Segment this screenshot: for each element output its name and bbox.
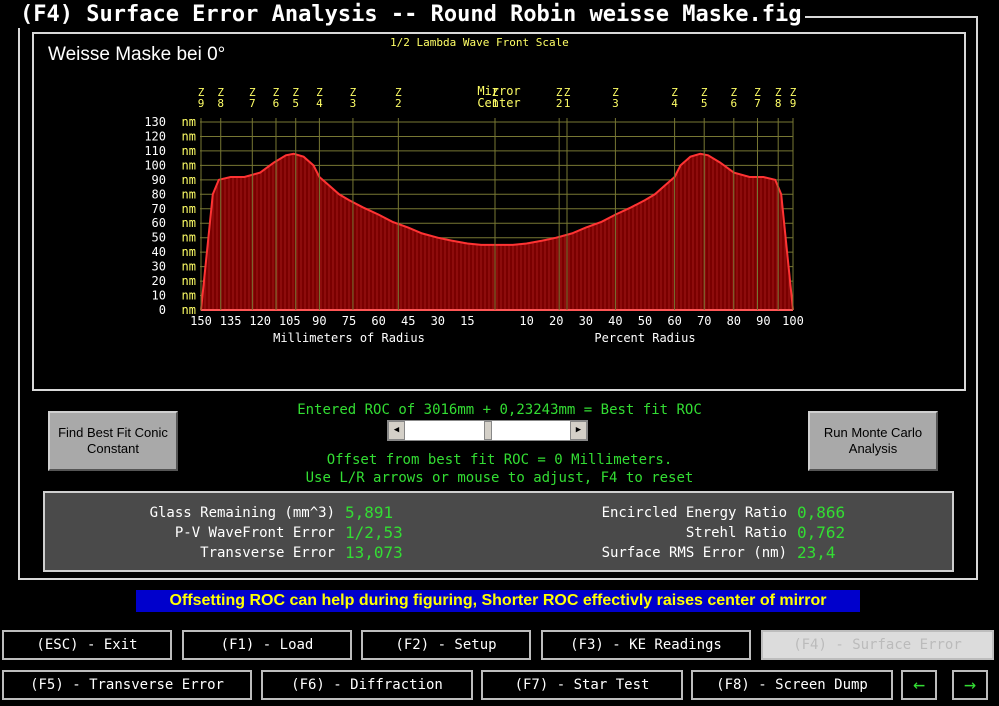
y-tick-label: 70 — [152, 202, 166, 216]
y-tick-label: 80 — [152, 187, 166, 201]
x-tick-label-mm: 30 — [431, 314, 445, 328]
zone-label: 9 — [790, 97, 797, 110]
zone-label: 5 — [701, 97, 708, 110]
zone-label: 8 — [775, 97, 782, 110]
x-tick-label-percent: 90 — [756, 314, 770, 328]
x-tick-label-mm: 90 — [312, 314, 326, 328]
x-tick-label-percent: 10 — [519, 314, 533, 328]
y-tick-label: 0 — [159, 303, 166, 317]
y-tick-unit: nm — [182, 216, 196, 230]
y-tick-unit: nm — [182, 115, 196, 129]
zone-label: 6 — [273, 97, 280, 110]
x-tick-label-percent: 80 — [727, 314, 741, 328]
x-tick-label-mm: 60 — [371, 314, 385, 328]
zone-label: 1 — [564, 97, 571, 110]
zone-label: 3 — [350, 97, 357, 110]
x-tick-label-percent: 60 — [667, 314, 681, 328]
y-tick-unit: nm — [182, 289, 196, 303]
f7-star-test-button[interactable]: (F7) - Star Test — [481, 670, 683, 700]
next-arrow-icon[interactable]: → — [952, 670, 988, 700]
zone-label: 6 — [730, 97, 737, 110]
y-tick-label: 60 — [152, 216, 166, 230]
zone-label: 2 — [556, 97, 563, 110]
f8-screen-dump-button[interactable]: (F8) - Screen Dump — [691, 670, 893, 700]
y-tick-label: 20 — [152, 274, 166, 288]
roc-offset-scrollbar[interactable]: ◀ ▶ — [387, 420, 588, 441]
mirror-center-label: Center — [477, 96, 520, 110]
surface-error-chart: 130 nm120 nm110 nm100 nm90 nm80 nm70 nm60 nm50 nm… — [144, 84, 804, 345]
scroll-left-icon[interactable]: ◀ — [388, 421, 405, 440]
f2-setup-button[interactable]: (F2) - Setup — [361, 630, 531, 660]
scroll-right-icon[interactable]: ▶ — [570, 421, 587, 440]
y-tick-label: 90 — [152, 173, 166, 187]
zone-label: 5 — [292, 97, 299, 110]
window-title: (F4) Surface Error Analysis -- Round Rob… — [16, 2, 806, 28]
x-tick-label-percent: 30 — [579, 314, 593, 328]
x-tick-label-percent: 100 — [782, 314, 804, 328]
x-tick-label-mm: 75 — [342, 314, 356, 328]
y-tick-label: 100 — [144, 158, 166, 172]
zone-label: 4 — [671, 97, 678, 110]
y-tick-label: 50 — [152, 231, 166, 245]
f6-diffraction-button[interactable]: (F6) - Diffraction — [261, 670, 473, 700]
y-tick-unit: nm — [182, 260, 196, 274]
f3-ke-readings-button[interactable]: (F3) - KE Readings — [541, 630, 751, 660]
zone-label: 7 — [754, 97, 761, 110]
y-tick-unit: nm — [182, 274, 196, 288]
y-tick-label: 110 — [144, 144, 166, 158]
x-tick-label-mm: 135 — [220, 314, 242, 328]
x-tick-label-mm: 45 — [401, 314, 415, 328]
run-monte-carlo-button[interactable]: Run Monte Carlo Analysis — [808, 411, 938, 471]
y-tick-label: 40 — [152, 245, 166, 259]
x-tick-label-percent: 40 — [608, 314, 622, 328]
x-tick-label-percent: 70 — [697, 314, 711, 328]
y-tick-unit: nm — [182, 129, 196, 143]
x-tick-label-percent: 50 — [638, 314, 652, 328]
zone-label: 8 — [217, 97, 224, 110]
x-axis-label-mm: Millimeters of Radius — [273, 331, 425, 345]
zone-label: 2 — [395, 97, 402, 110]
y-tick-unit: nm — [182, 173, 196, 187]
strehl-ratio-label: Strehl Ratio — [685, 525, 787, 541]
surface-rms-label: Surface RMS Error (nm) — [601, 545, 787, 561]
y-tick-label: 10 — [152, 289, 166, 303]
esc-exit-button[interactable]: (ESC) - Exit — [2, 630, 172, 660]
prev-arrow-icon[interactable]: ← — [901, 670, 937, 700]
chart-heading: Weisse Maske bei 0° — [48, 44, 226, 65]
x-tick-label-mm: 120 — [249, 314, 271, 328]
zone-label: 3 — [612, 97, 619, 110]
f5-transverse-error-button[interactable]: (F5) - Transverse Error — [2, 670, 252, 700]
surface-rms-value: 23,4 — [797, 543, 836, 562]
x-tick-label-percent: 20 — [549, 314, 563, 328]
x-axis-label-percent: Percent Radius — [594, 331, 695, 345]
encircled-energy-value: 0,866 — [797, 503, 846, 522]
stats-panel: Glass Remaining (mm^3) 5,891 P-V WaveFro… — [43, 491, 954, 572]
roc-hint-text: Use L/R arrows or mouse to adjust, F4 to… — [305, 470, 694, 486]
scale-label: 1/2 Lambda Wave Front Scale — [390, 36, 569, 49]
zone-label: 9 — [198, 97, 205, 110]
x-tick-label-mm: 15 — [460, 314, 474, 328]
x-tick-label-mm: 150 — [190, 314, 212, 328]
x-tick-label-mm: 105 — [279, 314, 301, 328]
find-best-fit-conic-button[interactable]: Find Best Fit Conic Constant — [48, 411, 178, 471]
y-tick-unit: nm — [182, 202, 196, 216]
y-tick-unit: nm — [182, 144, 196, 158]
status-message: Offsetting ROC can help during figuring,… — [136, 590, 860, 612]
y-tick-unit: nm — [182, 231, 196, 245]
zone-label: 7 — [249, 97, 256, 110]
zone-label: 4 — [316, 97, 323, 110]
scroll-thumb[interactable] — [484, 421, 492, 440]
f1-load-button[interactable]: (F1) - Load — [182, 630, 352, 660]
y-tick-label: 30 — [152, 260, 166, 274]
f4-surface-error-button[interactable]: (F4) - Surface Error — [761, 630, 994, 660]
y-tick-unit: nm — [182, 245, 196, 259]
strehl-ratio-value: 0,762 — [797, 523, 846, 542]
y-tick-label: 130 — [144, 115, 166, 129]
y-tick-unit: nm — [182, 187, 196, 201]
y-tick-unit: nm — [182, 158, 196, 172]
y-tick-label: 120 — [144, 129, 166, 143]
encircled-energy-label: Encircled Energy Ratio — [601, 505, 787, 521]
